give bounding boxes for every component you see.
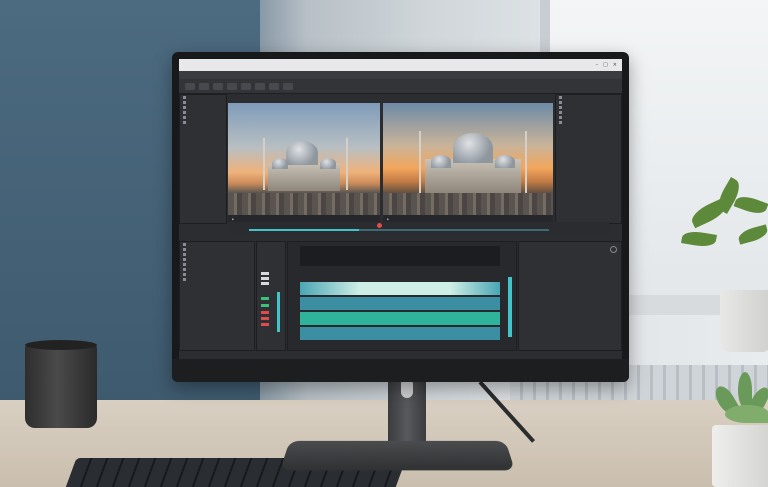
mug <box>25 343 97 428</box>
meter-segment <box>261 277 269 280</box>
source-viewer-controls: ▶ <box>228 215 380 222</box>
project-panel <box>179 94 227 224</box>
plant-pot <box>720 290 768 352</box>
play-icon[interactable]: ▶ <box>387 217 389 221</box>
media-browser-panel <box>555 94 622 224</box>
meter-segment <box>261 282 269 285</box>
desk-scene: – □ × ▶ ▶ <box>0 0 768 487</box>
app-toolbar <box>179 79 622 94</box>
toolbar-button[interactable] <box>227 82 237 90</box>
meter-segment <box>261 297 269 300</box>
app-titlebar: – □ × <box>179 59 622 71</box>
toolbar-button[interactable] <box>255 82 265 90</box>
timeline-scrubber-progress <box>249 229 359 231</box>
meter-segment <box>261 311 269 314</box>
list-item[interactable] <box>556 120 621 125</box>
clip-light[interactable] <box>300 282 500 295</box>
audio-meter-panel <box>256 241 286 351</box>
maximize-icon[interactable]: □ <box>603 62 608 68</box>
play-icon[interactable]: ▶ <box>232 217 234 221</box>
toolbar-button[interactable] <box>241 82 251 90</box>
monitor-screen: – □ × ▶ ▶ <box>179 59 622 359</box>
inspector-panel <box>518 241 622 351</box>
succulent-leaf <box>725 405 768 423</box>
folder-icon <box>559 96 562 99</box>
menu-bar <box>179 71 622 79</box>
clip-teal[interactable] <box>300 327 500 340</box>
succulent-pot <box>712 425 768 487</box>
mosque-dome <box>286 141 318 165</box>
monitor-bezel-chin <box>172 359 629 382</box>
clip-green[interactable] <box>300 312 500 325</box>
timeline-panel <box>287 241 517 351</box>
level-bar <box>277 292 280 332</box>
toolbar-button[interactable] <box>269 82 279 90</box>
clip-teal[interactable] <box>300 297 500 310</box>
city-skyline <box>228 193 380 215</box>
effects-panel <box>179 241 255 351</box>
toolbar-button[interactable] <box>213 82 223 90</box>
minimize-icon[interactable]: – <box>596 62 599 68</box>
meter-segment <box>261 304 269 307</box>
source-viewer[interactable] <box>228 103 380 215</box>
monitor-stand-base <box>280 440 515 471</box>
timeline-scrollbar[interactable] <box>508 277 512 337</box>
list-item[interactable] <box>180 277 254 282</box>
toolbar-button[interactable] <box>283 82 293 90</box>
gear-icon[interactable] <box>610 246 617 253</box>
toolbar-button[interactable] <box>199 82 209 90</box>
toolbar-button[interactable] <box>185 82 195 90</box>
city-skyline <box>383 193 553 215</box>
mug-rim <box>25 340 97 350</box>
close-icon[interactable]: × <box>613 62 617 68</box>
playhead[interactable] <box>377 223 382 228</box>
monitor: – □ × ▶ ▶ <box>172 52 629 382</box>
meter-segment <box>261 272 269 275</box>
program-viewer[interactable] <box>383 103 553 215</box>
list-item[interactable] <box>180 120 226 125</box>
timeline-ruler <box>300 246 500 266</box>
meter-segment <box>261 323 269 326</box>
meter-segment <box>261 317 269 320</box>
program-viewer-controls: ▶ <box>383 215 553 222</box>
